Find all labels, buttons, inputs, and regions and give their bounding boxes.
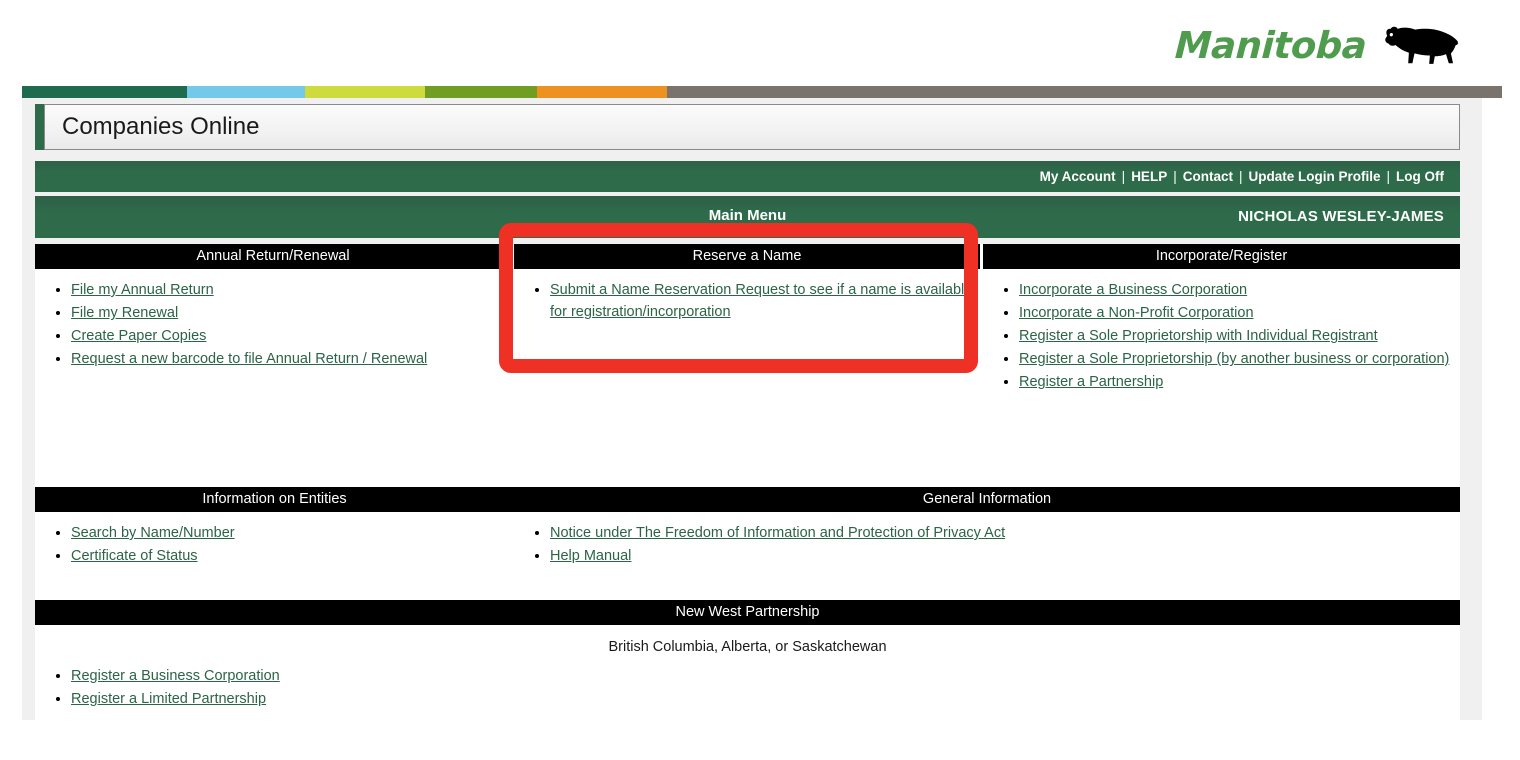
header-general-information: General Information xyxy=(514,487,1460,512)
stripe-olive-green xyxy=(425,86,537,98)
list-annual-return: File my Annual Return File my Renewal Cr… xyxy=(35,279,511,370)
nav-update-login-profile[interactable]: Update Login Profile xyxy=(1248,169,1380,184)
list-item: Register a Partnership xyxy=(1019,371,1460,393)
stripe-dark-green xyxy=(22,86,187,98)
link-register-sole-proprietorship-individual[interactable]: Register a Sole Proprietorship with Indi… xyxy=(1019,328,1378,344)
top-navigation-bar: My Account | HELP | Contact | Update Log… xyxy=(35,161,1460,192)
title-box: Companies Online xyxy=(44,104,1460,150)
color-stripe xyxy=(22,86,1502,98)
link-file-my-renewal[interactable]: File my Renewal xyxy=(71,305,178,321)
link-submit-name-reservation-request[interactable]: Submit a Name Reservation Request to see… xyxy=(550,282,972,320)
main-menu-bar: Main Menu NICHOLAS WESLEY-JAMES xyxy=(35,196,1460,238)
list-item: Submit a Name Reservation Request to see… xyxy=(550,279,980,323)
list-item: Incorporate a Business Corporation xyxy=(1019,279,1460,301)
link-create-paper-copies[interactable]: Create Paper Copies xyxy=(71,328,206,344)
cell-general-information: Notice under The Freedom of Information … xyxy=(514,512,1460,600)
header-annual-return: Annual Return/Renewal xyxy=(35,244,511,269)
nav-help[interactable]: HELP xyxy=(1131,169,1167,184)
list-item: Incorporate a Non-Profit Corporation xyxy=(1019,302,1460,324)
bison-icon xyxy=(1385,26,1458,64)
manitoba-logo: Manitoba xyxy=(1160,16,1460,74)
list-item: Create Paper Copies xyxy=(71,325,511,347)
link-nwp-register-limited-partnership[interactable]: Register a Limited Partnership xyxy=(71,691,266,707)
link-nwp-register-business-corporation[interactable]: Register a Business Corporation xyxy=(71,668,280,684)
page-root: Manitoba Companies Online My Account | H… xyxy=(0,0,1520,760)
list-item: Register a Limited Partnership xyxy=(71,688,1460,710)
cell-annual-return: File my Annual Return File my Renewal Cr… xyxy=(35,269,511,487)
list-item: Register a Sole Proprietorship with Indi… xyxy=(1019,325,1460,347)
link-search-by-name-number[interactable]: Search by Name/Number xyxy=(71,525,235,541)
section-header-row-3: New West Partnership xyxy=(35,600,1460,625)
stripe-orange xyxy=(537,86,667,98)
section-header-row-1: Annual Return/Renewal Reserve a Name Inc… xyxy=(35,244,1460,269)
list-item: File my Annual Return xyxy=(71,279,511,301)
cell-new-west-partnership: British Columbia, Alberta, or Saskatchew… xyxy=(35,625,1460,745)
link-incorporate-business-corporation[interactable]: Incorporate a Business Corporation xyxy=(1019,282,1247,298)
list-item: File my Renewal xyxy=(71,302,511,324)
header-reserve-a-name: Reserve a Name xyxy=(514,244,980,269)
title-accent-bar xyxy=(35,104,44,150)
list-item: Register a Business Corporation xyxy=(71,665,1460,687)
list-incorporate-register: Incorporate a Business Corporation Incor… xyxy=(983,279,1460,393)
link-notice-fippa[interactable]: Notice under The Freedom of Information … xyxy=(550,525,1005,541)
section-body-row-2: Search by Name/Number Certificate of Sta… xyxy=(35,512,1460,600)
manitoba-wordmark: Manitoba xyxy=(1173,23,1368,67)
link-certificate-of-status[interactable]: Certificate of Status xyxy=(71,548,198,564)
page-title: Companies Online xyxy=(62,113,260,140)
list-reserve-a-name: Submit a Name Reservation Request to see… xyxy=(514,279,980,323)
stripe-yellow-green xyxy=(305,86,425,98)
stripe-grey xyxy=(667,86,1502,98)
nav-contact[interactable]: Contact xyxy=(1183,169,1233,184)
list-item: Notice under The Freedom of Information … xyxy=(550,522,1460,544)
nav-separator: | xyxy=(1238,169,1243,184)
section-body-row-1: File my Annual Return File my Renewal Cr… xyxy=(35,269,1460,487)
new-west-partnership-note: British Columbia, Alberta, or Saskatchew… xyxy=(608,639,887,655)
link-help-manual[interactable]: Help Manual xyxy=(550,548,631,564)
list-general-information: Notice under The Freedom of Information … xyxy=(514,522,1460,567)
list-item: Request a new barcode to file Annual Ret… xyxy=(71,348,511,370)
header-new-west-partnership: New West Partnership xyxy=(35,600,1460,625)
nav-separator: | xyxy=(1173,169,1177,184)
main-menu-table: Annual Return/Renewal Reserve a Name Inc… xyxy=(35,244,1460,745)
cell-information-on-entities: Search by Name/Number Certificate of Sta… xyxy=(35,512,514,600)
list-item: Certificate of Status xyxy=(71,545,514,567)
link-incorporate-non-profit-corporation[interactable]: Incorporate a Non-Profit Corporation xyxy=(1019,305,1254,321)
list-item: Help Manual xyxy=(550,545,1460,567)
list-new-west-partnership: Register a Business Corporation Register… xyxy=(35,665,1460,710)
cell-incorporate-register: Incorporate a Business Corporation Incor… xyxy=(983,269,1460,487)
section-header-row-2: Information on Entities General Informat… xyxy=(35,487,1460,512)
cell-reserve-a-name: Submit a Name Reservation Request to see… xyxy=(514,269,980,487)
stripe-light-blue xyxy=(187,86,305,98)
link-register-sole-proprietorship-business[interactable]: Register a Sole Proprietorship (by anoth… xyxy=(1019,351,1449,367)
nav-my-account[interactable]: My Account xyxy=(1040,169,1116,184)
logged-in-user-name: NICHOLAS WESLEY-JAMES xyxy=(1238,208,1444,225)
app-title-bar: Companies Online xyxy=(35,104,1460,150)
link-request-new-barcode[interactable]: Request a new barcode to file Annual Ret… xyxy=(71,351,427,367)
section-body-row-3: British Columbia, Alberta, or Saskatchew… xyxy=(35,625,1460,745)
header-incorporate-register: Incorporate/Register xyxy=(983,244,1460,269)
list-item: Register a Sole Proprietorship (by anoth… xyxy=(1019,348,1460,370)
link-file-my-annual-return[interactable]: File my Annual Return xyxy=(71,282,214,298)
header-information-on-entities: Information on Entities xyxy=(35,487,514,512)
list-information-on-entities: Search by Name/Number Certificate of Sta… xyxy=(35,522,514,567)
list-item: Search by Name/Number xyxy=(71,522,514,544)
link-register-partnership[interactable]: Register a Partnership xyxy=(1019,374,1163,390)
nav-separator: | xyxy=(1386,169,1391,184)
nav-log-off[interactable]: Log Off xyxy=(1396,169,1444,184)
nav-separator: | xyxy=(1121,169,1126,184)
